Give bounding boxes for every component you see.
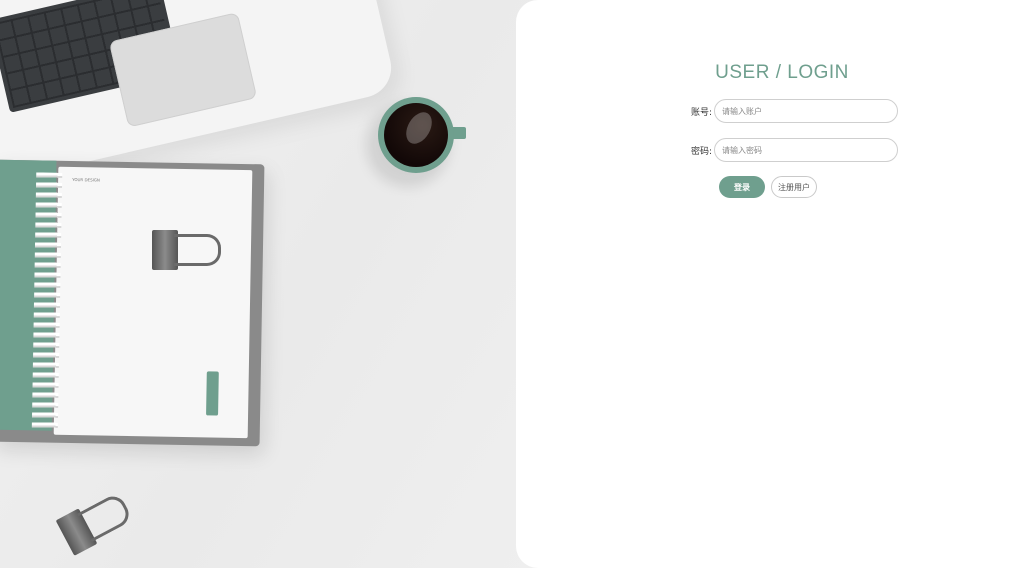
username-input[interactable] xyxy=(714,99,898,123)
password-input[interactable] xyxy=(714,138,898,162)
notebook-spiral xyxy=(31,172,63,429)
username-row: 账号: xyxy=(686,97,898,125)
login-title: USER / LOGIN xyxy=(715,62,849,83)
binder-clip-icon xyxy=(54,484,136,556)
login-actions: 登录 注册用户 xyxy=(719,176,817,198)
notebook-page: YOUR DESIGN xyxy=(53,166,253,439)
coffee-cup-icon xyxy=(366,97,466,187)
notebook-tab xyxy=(206,371,219,416)
laptop-icon xyxy=(0,0,398,185)
binder-clip-icon xyxy=(152,226,222,270)
background-desk-image: YOUR DESIGN xyxy=(0,0,540,568)
username-label: 账号: xyxy=(690,107,712,118)
notebook-page-title: YOUR DESIGN xyxy=(72,177,100,183)
notebook-icon: YOUR DESIGN xyxy=(0,159,265,447)
register-button[interactable]: 注册用户 xyxy=(771,176,817,198)
login-panel: USER / LOGIN 账号: 密码: 登录 注册用户 xyxy=(516,0,1024,568)
login-button[interactable]: 登录 xyxy=(719,176,765,198)
password-row: 密码: xyxy=(686,136,898,164)
password-label: 密码: xyxy=(690,146,712,157)
